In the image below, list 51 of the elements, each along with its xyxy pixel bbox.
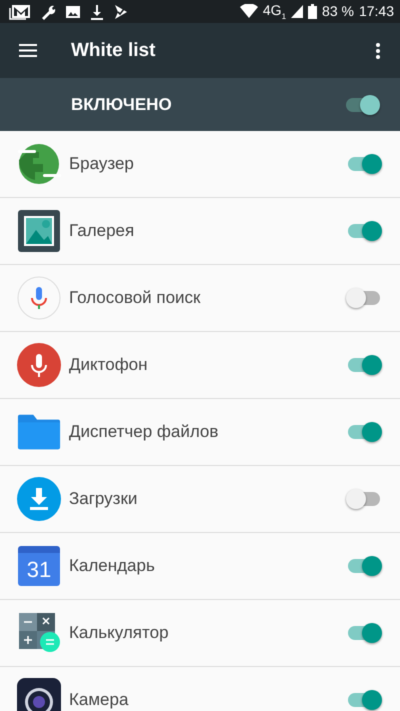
battery-level: 83 % bbox=[322, 3, 354, 20]
app-name: Камера bbox=[69, 690, 130, 710]
download-icon bbox=[17, 477, 61, 521]
app-name: Загрузки bbox=[69, 489, 138, 509]
network-type: 4G$_{1}$ bbox=[262, 2, 286, 21]
image-icon bbox=[65, 4, 81, 20]
master-toggle[interactable] bbox=[344, 92, 380, 116]
camera-lens-icon bbox=[17, 678, 61, 711]
globe-icon bbox=[17, 144, 61, 184]
more-options-button[interactable] bbox=[376, 42, 380, 58]
calendar-icon: 31 bbox=[18, 546, 60, 586]
signal-icon bbox=[291, 4, 304, 18]
screen-title: White list bbox=[71, 40, 156, 62]
app-name: Календарь bbox=[69, 556, 156, 576]
gallery-icon bbox=[18, 210, 60, 252]
app-row[interactable]: Диспетчер файлов bbox=[0, 399, 400, 466]
download-icon bbox=[90, 4, 104, 20]
app-toggle[interactable] bbox=[346, 353, 382, 377]
app-toggle[interactable] bbox=[346, 219, 382, 243]
app-toggle[interactable] bbox=[346, 688, 382, 711]
app-row[interactable]: Загрузки bbox=[0, 466, 400, 533]
flag-check-icon bbox=[113, 4, 129, 20]
battery-icon bbox=[308, 4, 318, 19]
app-toggle[interactable] bbox=[346, 420, 382, 444]
app-row[interactable]: Голосовой поиск bbox=[0, 265, 400, 332]
mail-icon bbox=[9, 4, 31, 20]
folder-icon bbox=[17, 413, 61, 451]
clock: 17:43 bbox=[358, 3, 394, 20]
app-name: Диктофон bbox=[69, 355, 149, 375]
app-row[interactable]: 31 Календарь bbox=[0, 533, 400, 600]
wrench-icon bbox=[40, 4, 56, 20]
app-toggle[interactable] bbox=[346, 152, 382, 176]
app-name: Голосовой поиск bbox=[69, 288, 202, 308]
app-toggle[interactable] bbox=[346, 621, 382, 645]
wifi-icon bbox=[240, 4, 258, 18]
app-toggle[interactable] bbox=[346, 487, 382, 511]
app-row[interactable]: Диктофон bbox=[0, 332, 400, 399]
app-name: Диспетчер файлов bbox=[69, 422, 220, 442]
app-name: Калькулятор bbox=[69, 623, 170, 643]
app-name: Браузер bbox=[69, 154, 135, 174]
app-row[interactable]: Калькулятор bbox=[0, 600, 400, 667]
master-switch-label: ВКЛЮЧЕНО bbox=[71, 94, 173, 114]
microphone-icon bbox=[17, 343, 61, 387]
app-row[interactable]: Галерея bbox=[0, 198, 400, 265]
app-toggle[interactable] bbox=[346, 554, 382, 578]
app-row[interactable]: Браузер bbox=[0, 131, 400, 198]
app-toggle[interactable] bbox=[346, 286, 382, 310]
app-row[interactable]: Камера bbox=[0, 667, 400, 711]
calculator-icon bbox=[17, 613, 61, 653]
microphone-icon bbox=[17, 276, 61, 320]
app-name: Галерея bbox=[69, 221, 136, 241]
